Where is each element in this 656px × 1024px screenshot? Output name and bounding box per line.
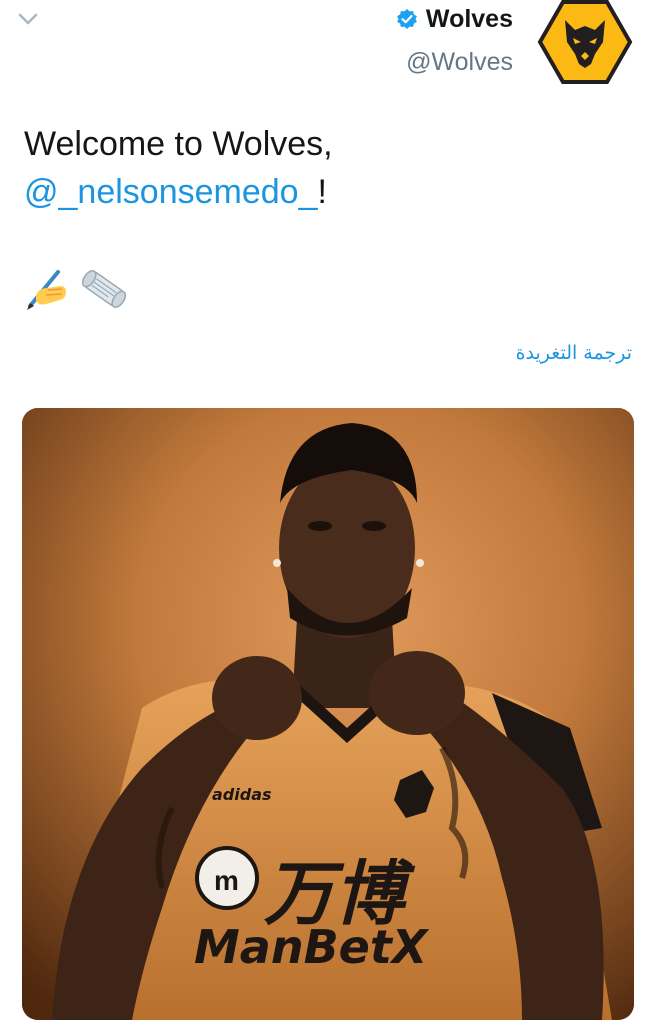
sponsor-latin: ManBetX xyxy=(194,920,430,974)
tweet-text-suffix: ! xyxy=(317,173,327,211)
player-photo: adidas m 万博 ManBetX xyxy=(22,408,634,1020)
writing-hand-emoji xyxy=(27,270,66,310)
kit-brand: adidas xyxy=(212,785,272,804)
user-handle[interactable]: @Wolves xyxy=(396,48,513,77)
tweet-author[interactable]: Wolves @Wolves xyxy=(396,2,513,77)
tweet-photo[interactable]: adidas m 万博 ManBetX xyxy=(22,408,634,1020)
tweet-text-line: Welcome to Wolves, xyxy=(24,125,333,163)
svg-text:m: m xyxy=(214,865,239,896)
tweet-text: Welcome to Wolves, @_nelsonsemedo_! xyxy=(24,120,634,216)
chevron-down-icon[interactable] xyxy=(14,8,42,30)
verified-badge-icon xyxy=(396,8,418,30)
avatar[interactable] xyxy=(537,0,633,84)
translate-tweet-link[interactable]: ترجمة التغريدة xyxy=(516,342,632,364)
display-name[interactable]: Wolves xyxy=(426,5,513,34)
emoji-row xyxy=(24,266,130,312)
mention-link[interactable]: @_nelsonsemedo_ xyxy=(24,173,317,211)
wolf-head-logo xyxy=(537,0,633,84)
scroll-emoji xyxy=(81,270,127,308)
